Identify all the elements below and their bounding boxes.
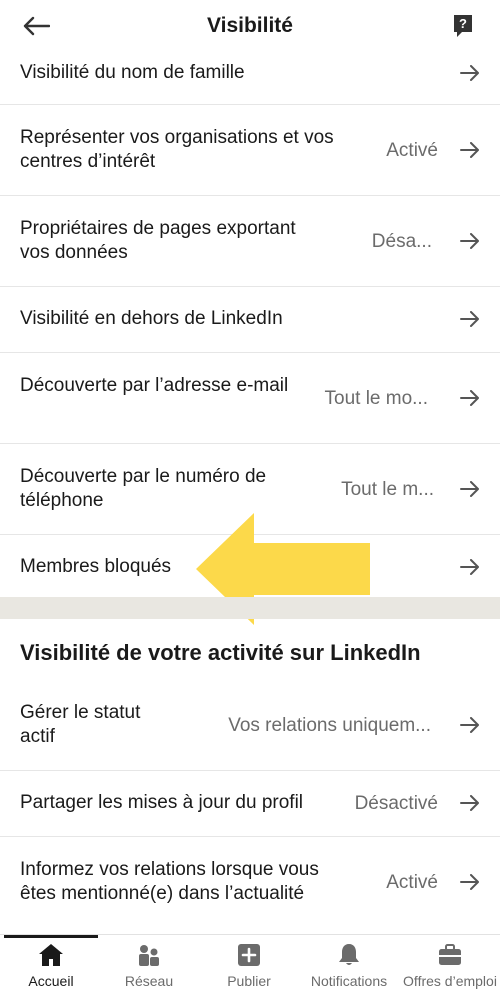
- arrow-right-icon: [460, 142, 479, 158]
- row-label: Gérer le statut actif: [20, 702, 141, 747]
- row-label: Membres bloqués: [20, 556, 172, 577]
- row-off-linkedin-visibility[interactable]: Visibilité en dehors de LinkedIn: [0, 287, 500, 353]
- arrow-right-icon: [460, 795, 479, 811]
- row-label: Propriétaires de pages exportant vos don…: [20, 218, 296, 263]
- arrow-right-icon: [460, 233, 479, 249]
- row-label: Partager les mises à jour du profil: [20, 792, 304, 813]
- post-icon: [238, 944, 260, 966]
- back-arrow-icon: [23, 16, 50, 36]
- section-title: Visibilité de votre activité sur LinkedI…: [20, 640, 421, 665]
- nav-home[interactable]: Accueil: [4, 935, 98, 1001]
- row-value: Vos relations uniquem...: [228, 715, 431, 736]
- row-label: Représenter vos organisations et vos cen…: [20, 127, 334, 172]
- row-label: Découverte par le numéro de téléphone: [20, 466, 267, 511]
- row-value: Tout le m...: [341, 479, 434, 500]
- row-value: Activé: [386, 872, 438, 893]
- arrow-right-icon: [460, 559, 479, 575]
- nav-label: Accueil: [28, 973, 74, 989]
- nav-label: Publier: [227, 973, 271, 989]
- top-bar: Visibilité ?: [0, 0, 500, 53]
- nav-jobs[interactable]: Offres d’emploi: [400, 935, 500, 1001]
- row-value: Désa...: [371, 231, 432, 252]
- page-title: Visibilité: [207, 14, 293, 37]
- row-value: Activé: [386, 140, 438, 161]
- row-label: Visibilité en dehors de LinkedIn: [20, 308, 283, 329]
- arrow-right-icon: [460, 717, 479, 733]
- nav-post[interactable]: Publier: [200, 935, 298, 1001]
- nav-label: Réseau: [124, 973, 174, 989]
- row-label: Visibilité du nom de famille: [20, 62, 245, 83]
- row-label: Découverte par l’adresse e-mail: [20, 375, 289, 396]
- arrow-right-icon: [460, 874, 479, 890]
- arrow-right-icon: [460, 390, 479, 406]
- activity-settings-list: Gérer le statut actif Vos relations uniq…: [0, 680, 500, 927]
- row-profile-updates[interactable]: Partager les mises à jour du profil Désa…: [0, 771, 500, 837]
- help-button[interactable]: ?: [452, 13, 474, 37]
- row-page-owners-export[interactable]: Propriétaires de pages exportant vos don…: [0, 196, 500, 287]
- row-organizations-interests[interactable]: Représenter vos organisations et vos cen…: [0, 105, 500, 196]
- briefcase-icon: [439, 944, 461, 965]
- bell-icon: [339, 944, 359, 965]
- row-value: Désactivé: [354, 793, 438, 814]
- svg-text:?: ?: [459, 16, 467, 31]
- nav-label: Notifications: [310, 973, 388, 989]
- nav-label: Offres d’emploi: [403, 973, 497, 989]
- nav-notifications[interactable]: Notifications: [302, 935, 396, 1001]
- bottom-navigation: Accueil Réseau Publier Notifications Off…: [0, 934, 500, 1001]
- arrow-right-icon: [460, 65, 479, 81]
- nav-network[interactable]: Réseau: [102, 935, 196, 1001]
- row-label: Informez vos relations lorsque vous êtes…: [20, 859, 319, 904]
- row-last-name-visibility[interactable]: Visibilité du nom de famille: [0, 52, 500, 105]
- row-active-status[interactable]: Gérer le statut actif Vos relations uniq…: [0, 680, 500, 771]
- row-value: Tout le mo...: [324, 388, 429, 409]
- back-button[interactable]: [18, 12, 54, 40]
- help-icon: ?: [454, 15, 472, 37]
- row-email-discovery[interactable]: Découverte par l’adresse e-mail Tout le …: [0, 353, 500, 444]
- row-mention-notifications[interactable]: Informez vos relations lorsque vous êtes…: [0, 837, 500, 927]
- network-icon: [139, 945, 159, 966]
- section-divider: [0, 597, 500, 619]
- home-icon: [39, 944, 63, 966]
- arrow-right-icon: [460, 481, 479, 497]
- arrow-right-icon: [460, 311, 479, 327]
